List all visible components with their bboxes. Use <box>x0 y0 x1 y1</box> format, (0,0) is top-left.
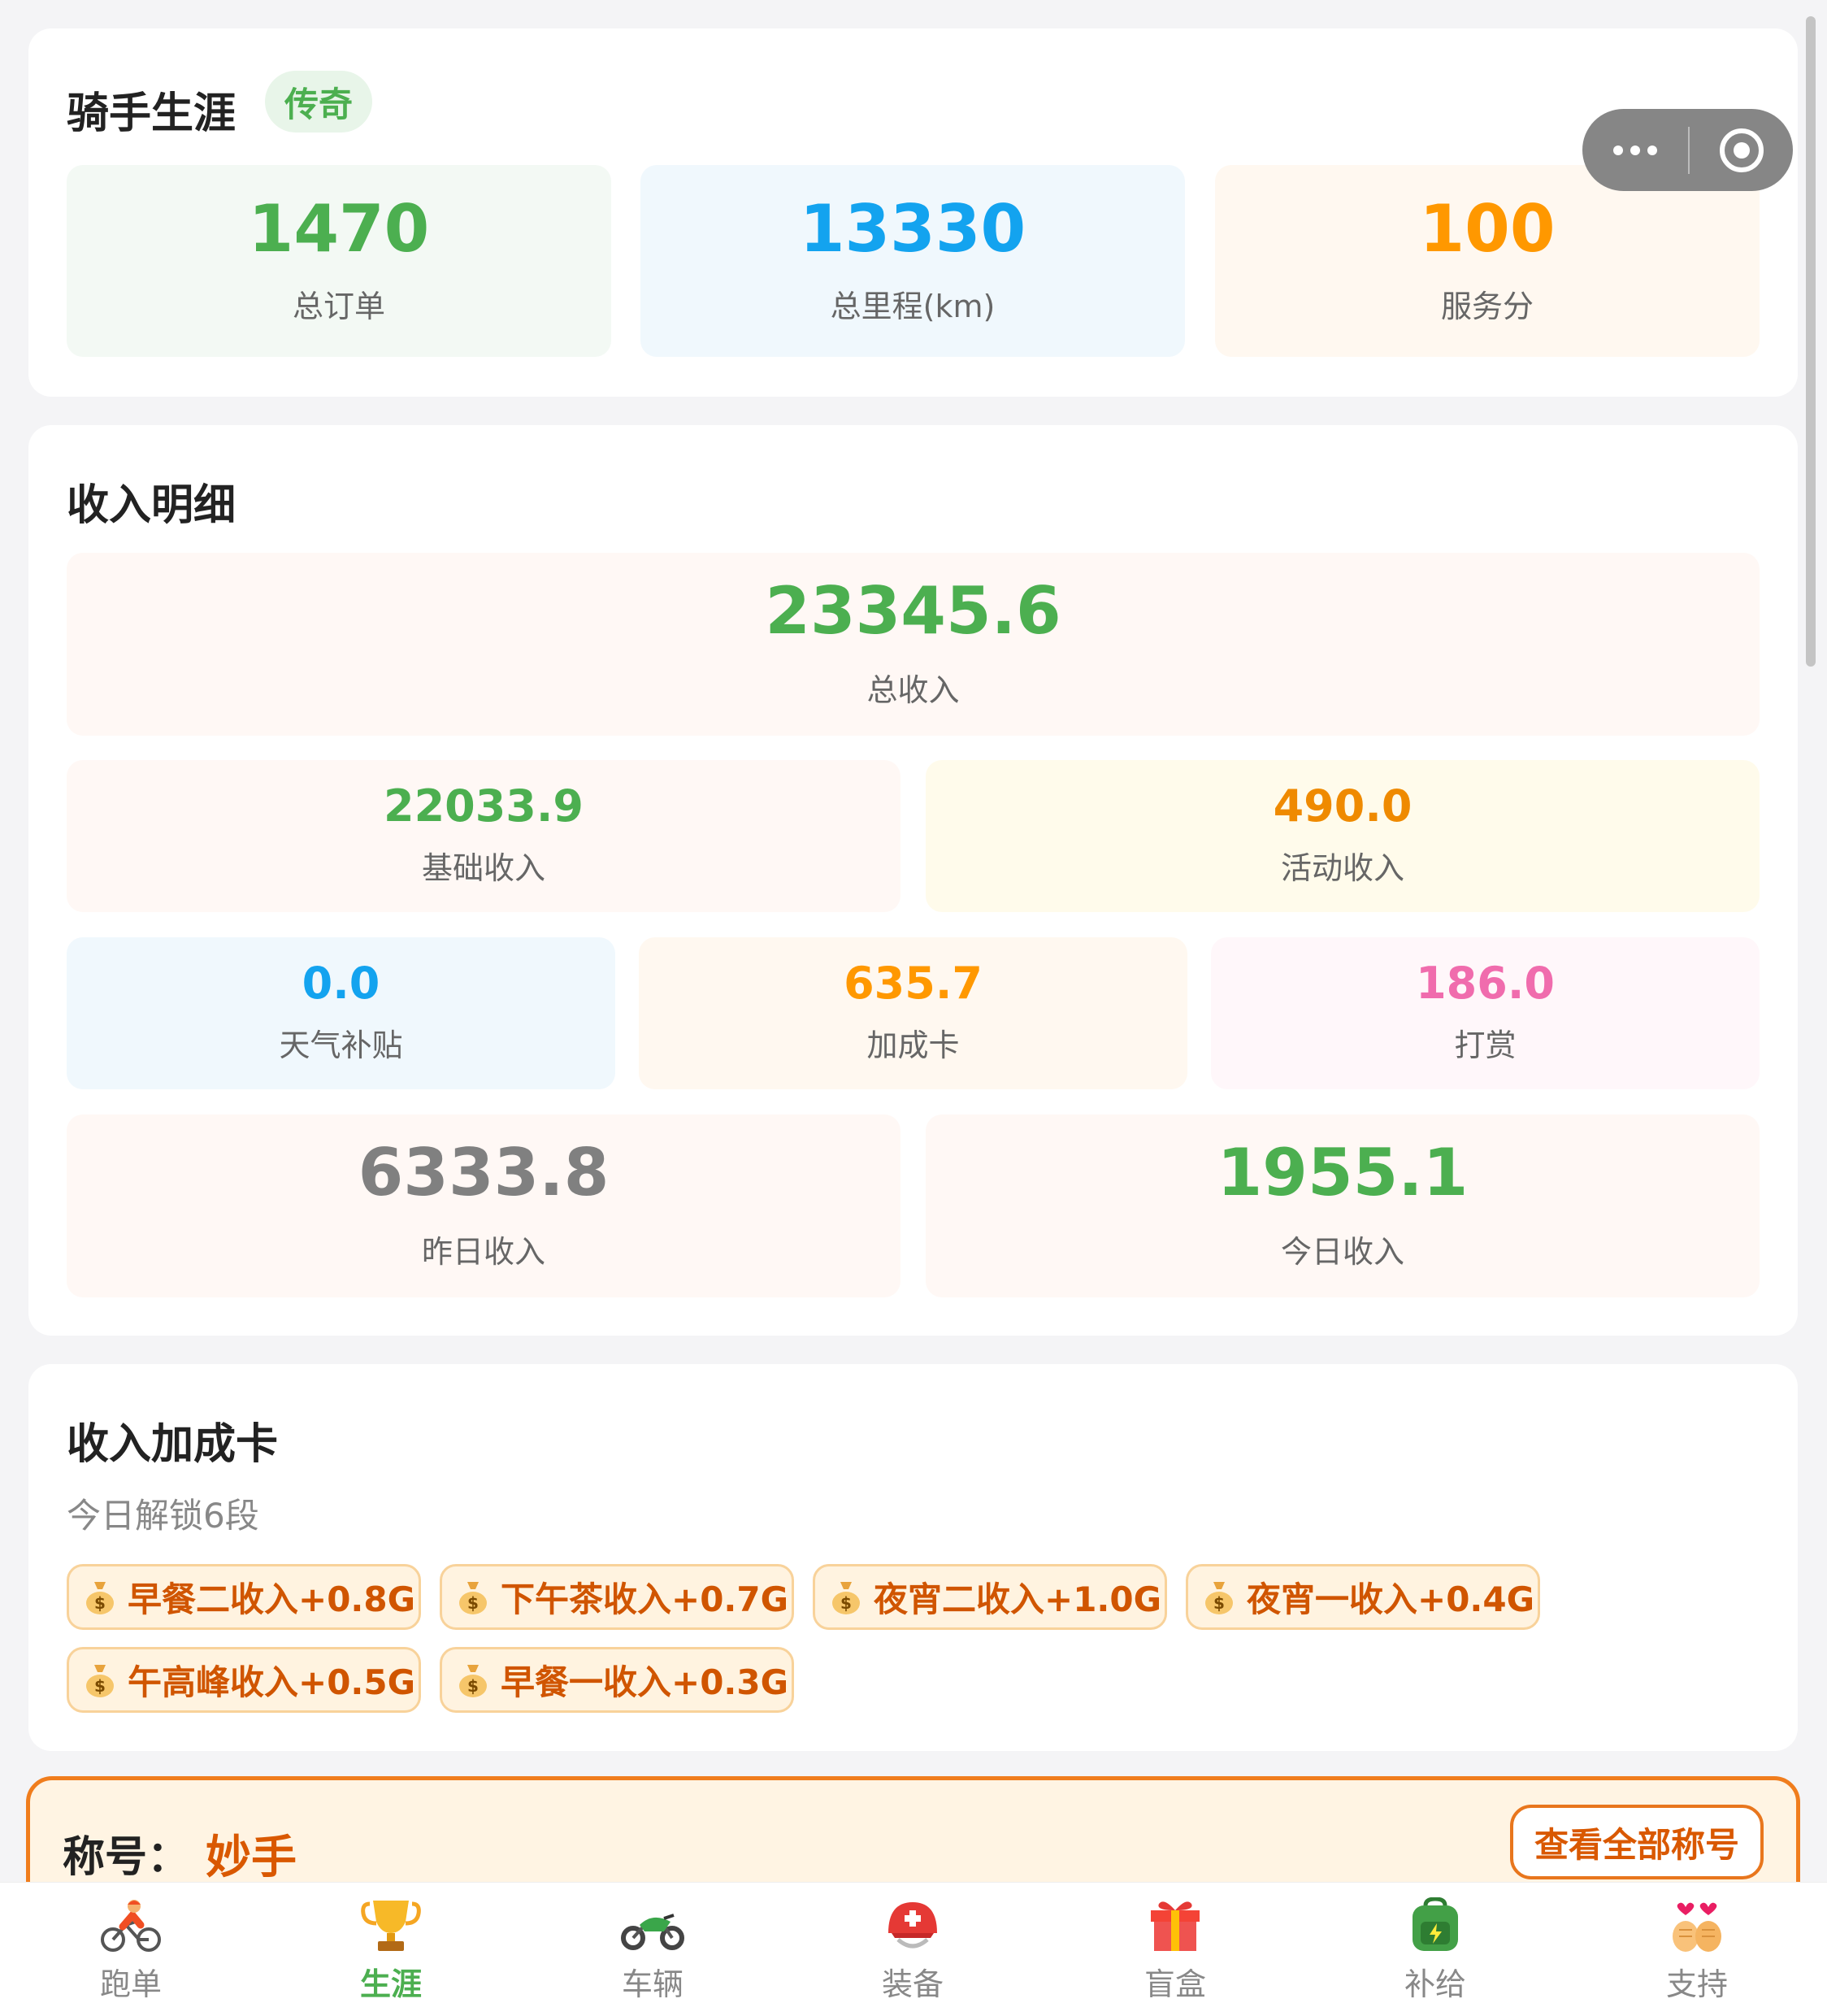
tab-blind-box[interactable]: 盲盒 <box>1110 1897 1240 2011</box>
money-bag-icon: $ <box>459 1664 487 1697</box>
tile-base-income: 22033.9 基础收入 <box>67 760 900 912</box>
tile-today-income: 1955.1 今日收入 <box>926 1114 1760 1297</box>
rank-title-label: 称号： <box>63 1833 190 1882</box>
svg-text:$: $ <box>840 1593 852 1613</box>
bonus-chip-list: $ 早餐二收入+0.8G $ 下午茶收入+0.7G $ 夜宵二收入+1.0G $… <box>67 1564 1570 1713</box>
bonus-chip[interactable]: $ 早餐二收入+0.8G <box>67 1564 421 1630</box>
bonus-chip[interactable]: $ 早餐一收入+0.3G <box>440 1647 794 1713</box>
stat-label: 服务分 <box>1440 288 1534 324</box>
stat-value: 100 <box>1419 190 1556 267</box>
bonus-chip[interactable]: $ 下午茶收入+0.7G <box>440 1564 794 1630</box>
heart-hands-icon <box>1673 1902 1721 1952</box>
tab-career[interactable]: 生涯 <box>326 1897 456 2011</box>
tile-value: 635.7 <box>844 958 983 1009</box>
bonus-chip[interactable]: $ 午高峰收入+0.5G <box>67 1647 421 1713</box>
svg-text:$: $ <box>467 1593 479 1613</box>
cyclist-icon <box>101 1900 161 1952</box>
bonus-subtitle: 今日解锁6段 <box>67 1496 259 1536</box>
tile-bonus-card-income: 635.7 加成卡 <box>639 937 1187 1089</box>
tab-label: 补给 <box>1404 1966 1466 2002</box>
helmet-icon <box>888 1902 937 1949</box>
tab-label: 跑单 <box>99 1966 162 2002</box>
svg-text:$: $ <box>94 1593 106 1613</box>
stat-label: 总订单 <box>292 288 385 324</box>
tile-value: 1955.1 <box>1217 1135 1469 1210</box>
tile-label: 总收入 <box>866 672 960 708</box>
tile-weather-subsidy: 0.0 天气补贴 <box>67 937 615 1089</box>
bottom-tab-bar: 跑单 生涯 车辆 装备 盲盒 补给 支持 <box>0 1883 1827 2016</box>
tab-vehicle[interactable]: 车辆 <box>588 1897 718 2011</box>
gift-icon <box>1151 1901 1200 1951</box>
tab-run-orders[interactable]: 跑单 <box>66 1897 196 2011</box>
svg-text:$: $ <box>94 1676 106 1696</box>
tile-value: 6333.8 <box>358 1135 610 1210</box>
bonus-chip[interactable]: $ 夜宵一收入+0.4G <box>1186 1564 1540 1630</box>
svg-text:$: $ <box>1213 1593 1225 1613</box>
bonus-chip-label: 夜宵一收入+0.4G <box>1247 1579 1535 1619</box>
tab-label: 盲盒 <box>1144 1966 1206 2002</box>
svg-text:$: $ <box>467 1676 479 1696</box>
target-icon <box>1719 128 1764 172</box>
tab-label: 装备 <box>881 1966 944 2002</box>
money-bag-icon: $ <box>86 1664 114 1697</box>
money-bag-icon: $ <box>1205 1581 1233 1614</box>
bonus-chip-label: 下午茶收入+0.7G <box>501 1579 789 1619</box>
rank-title-value: 妙手 <box>206 1831 297 1884</box>
stat-total-distance: 13330 总里程(km) <box>640 165 1185 357</box>
tile-yesterday-income: 6333.8 昨日收入 <box>67 1114 900 1297</box>
stat-service-score: 100 服务分 <box>1215 165 1760 357</box>
career-card: 骑手生涯 传奇 1470 总订单 13330 总里程(km) 100 服务分 <box>28 28 1798 397</box>
tile-value: 0.0 <box>302 958 380 1009</box>
tile-label: 加成卡 <box>866 1028 960 1063</box>
motorcycle-icon <box>621 1914 684 1950</box>
tile-tip-income: 186.0 打赏 <box>1211 937 1760 1089</box>
money-bag-icon: $ <box>459 1581 487 1614</box>
tile-label: 打赏 <box>1454 1028 1517 1063</box>
tile-label: 昨日收入 <box>421 1234 545 1270</box>
bonus-chip-label: 早餐一收入+0.3G <box>501 1662 789 1702</box>
bonus-chip[interactable]: $ 夜宵二收入+1.0G <box>813 1564 1167 1630</box>
backpack-icon <box>1413 1897 1458 1951</box>
tab-label: 生涯 <box>359 1966 422 2002</box>
tile-value: 22033.9 <box>384 780 584 832</box>
bonus-title: 收入加成卡 <box>67 1420 279 1469</box>
income-title: 收入明细 <box>67 481 237 530</box>
tile-value: 490.0 <box>1273 780 1413 832</box>
tile-total-income: 23345.6 总收入 <box>67 553 1760 736</box>
stat-value: 13330 <box>799 190 1026 267</box>
scrollbar[interactable] <box>1806 16 1816 667</box>
bonus-chip-label: 午高峰收入+0.5G <box>128 1662 416 1702</box>
income-detail-card: 收入明细 23345.6 总收入 22033.9 基础收入 490.0 活动收入… <box>28 425 1798 1336</box>
tile-activity-income: 490.0 活动收入 <box>926 760 1760 912</box>
stat-label: 总里程(km) <box>830 288 996 324</box>
trophy-icon <box>361 1901 421 1951</box>
money-bag-icon: $ <box>86 1581 114 1614</box>
career-title: 骑手生涯 <box>67 89 237 138</box>
bonus-chip-label: 夜宵二收入+1.0G <box>874 1579 1162 1619</box>
tab-equipment[interactable]: 装备 <box>848 1897 978 2011</box>
close-mini-program-button[interactable] <box>1690 128 1793 172</box>
income-bonus-card: 收入加成卡 今日解锁6段 $ 早餐二收入+0.8G $ 下午茶收入+0.7G $… <box>28 1364 1798 1751</box>
tile-value: 186.0 <box>1416 958 1555 1009</box>
tile-value: 23345.6 <box>765 573 1061 649</box>
money-bag-icon: $ <box>832 1581 860 1614</box>
stat-total-orders: 1470 总订单 <box>67 165 611 357</box>
career-level-badge: 传奇 <box>265 71 373 133</box>
tab-support[interactable]: 支持 <box>1632 1897 1762 2011</box>
more-menu-button[interactable] <box>1582 109 1688 191</box>
tab-supply[interactable]: 补给 <box>1370 1897 1500 2011</box>
view-all-titles-button[interactable]: 查看全部称号 <box>1510 1805 1764 1879</box>
career-page: 骑手生涯 传奇 1470 总订单 13330 总里程(km) 100 服务分 收… <box>0 0 1827 2016</box>
tile-label: 今日收入 <box>1280 1234 1404 1270</box>
tab-label: 车辆 <box>621 1966 683 2002</box>
stat-value: 1470 <box>248 190 430 267</box>
tile-label: 天气补贴 <box>279 1028 403 1063</box>
tile-label: 活动收入 <box>1280 850 1404 886</box>
mini-program-capsule <box>1582 109 1793 191</box>
tab-label: 支持 <box>1665 1966 1728 2002</box>
tile-label: 基础收入 <box>421 850 545 886</box>
bonus-chip-label: 早餐二收入+0.8G <box>128 1579 416 1619</box>
